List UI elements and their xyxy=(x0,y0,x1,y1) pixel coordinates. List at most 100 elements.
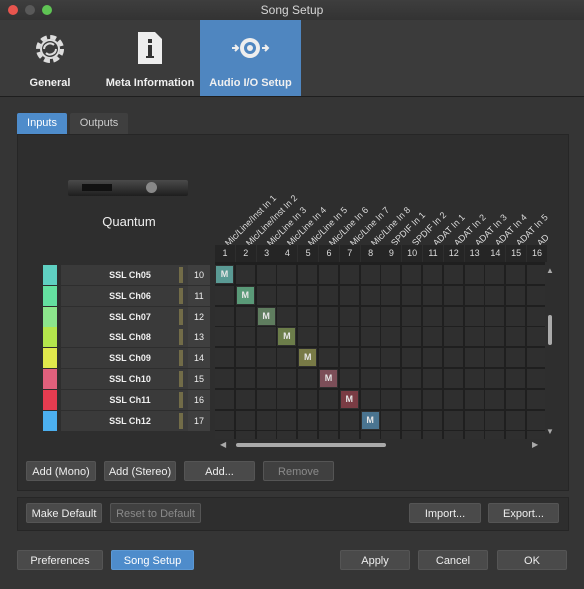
matrix-cell[interactable] xyxy=(381,265,401,284)
matrix-cell[interactable] xyxy=(256,285,276,305)
matrix-cell[interactable] xyxy=(277,285,297,305)
tab-inputs[interactable]: Inputs xyxy=(17,113,67,134)
matrix-cell[interactable] xyxy=(527,327,545,347)
matrix-cell[interactable] xyxy=(464,348,484,368)
matrix-cell[interactable] xyxy=(339,369,359,388)
cancel-button[interactable]: Cancel xyxy=(418,550,488,570)
matrix-cell[interactable] xyxy=(360,389,380,409)
matrix-cell[interactable] xyxy=(339,410,359,430)
matrix-cell[interactable] xyxy=(506,410,526,430)
apply-button[interactable]: Apply xyxy=(340,550,410,570)
add-mono-button[interactable]: Add (Mono) xyxy=(26,461,96,481)
matrix-cell[interactable] xyxy=(215,306,234,326)
matrix-cell[interactable] xyxy=(277,369,297,388)
matrix-cell[interactable] xyxy=(298,285,318,305)
matrix-cell[interactable] xyxy=(215,389,234,409)
matrix-cell[interactable] xyxy=(527,431,545,439)
matrix-cell[interactable] xyxy=(277,306,297,326)
matrix-cell[interactable] xyxy=(339,265,359,284)
matrix-cell[interactable] xyxy=(464,306,484,326)
matrix-cell[interactable] xyxy=(339,306,359,326)
matrix-connection[interactable]: M xyxy=(299,349,317,367)
matrix-cell[interactable] xyxy=(506,265,526,284)
matrix-cell[interactable] xyxy=(381,348,401,368)
matrix-cell[interactable] xyxy=(339,327,359,347)
matrix-cell[interactable] xyxy=(339,348,359,368)
matrix-cell[interactable] xyxy=(298,327,318,347)
matrix-cell[interactable] xyxy=(506,306,526,326)
matrix-cell[interactable] xyxy=(215,285,234,305)
matrix-cell[interactable] xyxy=(215,431,234,439)
matrix-cell[interactable] xyxy=(277,410,297,430)
matrix-cell[interactable] xyxy=(527,369,545,388)
matrix-cell[interactable] xyxy=(256,265,276,284)
matrix-cell[interactable] xyxy=(423,306,442,326)
horizontal-scrollbar[interactable] xyxy=(236,443,386,447)
matrix-cell[interactable] xyxy=(381,410,401,430)
matrix-cell[interactable] xyxy=(485,306,505,326)
toolbar-general[interactable]: General xyxy=(0,20,100,96)
matrix-cell[interactable] xyxy=(381,389,401,409)
matrix-cell[interactable] xyxy=(381,285,401,305)
matrix-cell[interactable] xyxy=(298,369,318,388)
channel-color-swatch[interactable] xyxy=(43,348,57,369)
matrix-cell[interactable] xyxy=(485,431,505,439)
matrix-cell[interactable] xyxy=(506,327,526,347)
matrix-cell[interactable] xyxy=(527,348,545,368)
matrix-cell[interactable] xyxy=(298,389,318,409)
matrix-cell[interactable] xyxy=(506,285,526,305)
matrix-cell[interactable] xyxy=(319,285,338,305)
matrix-cell[interactable] xyxy=(215,410,234,430)
matrix-cell[interactable] xyxy=(423,348,442,368)
matrix-cell[interactable] xyxy=(485,410,505,430)
matrix-cell[interactable] xyxy=(215,369,234,388)
matrix-cell[interactable] xyxy=(423,265,442,284)
preferences-button[interactable]: Preferences xyxy=(17,550,103,570)
matrix-cell[interactable] xyxy=(423,410,442,430)
matrix-cell[interactable] xyxy=(381,327,401,347)
matrix-connection[interactable]: M xyxy=(361,411,379,429)
reset-to-default-button[interactable]: Reset to Default xyxy=(110,503,201,523)
matrix-connection[interactable]: M xyxy=(320,370,337,387)
import-button[interactable]: Import... xyxy=(409,503,481,523)
matrix-cell[interactable] xyxy=(527,389,545,409)
matrix-cell[interactable] xyxy=(506,369,526,388)
matrix-cell[interactable] xyxy=(402,410,422,430)
matrix-cell[interactable] xyxy=(339,431,359,439)
toolbar-meta-information[interactable]: Meta Information xyxy=(100,20,200,96)
ok-button[interactable]: OK xyxy=(497,550,567,570)
export-button[interactable]: Export... xyxy=(488,503,559,523)
matrix-cell[interactable] xyxy=(256,410,276,430)
matrix-cell[interactable] xyxy=(402,431,422,439)
matrix-connection[interactable]: M xyxy=(236,286,254,304)
scroll-down-icon[interactable]: ▼ xyxy=(546,427,554,436)
matrix-cell[interactable] xyxy=(319,327,338,347)
remove-button[interactable]: Remove xyxy=(263,461,334,481)
channel-color-swatch[interactable] xyxy=(43,306,57,327)
matrix-cell[interactable] xyxy=(527,285,545,305)
scroll-up-icon[interactable]: ▲ xyxy=(546,266,554,275)
matrix-cell[interactable] xyxy=(319,265,338,284)
matrix-cell[interactable] xyxy=(277,348,297,368)
matrix-cell[interactable] xyxy=(277,389,297,409)
channel-color-swatch[interactable] xyxy=(43,410,57,431)
matrix-cell[interactable] xyxy=(443,265,463,284)
matrix-cell[interactable] xyxy=(235,389,255,409)
matrix-cell[interactable] xyxy=(360,285,380,305)
scroll-right-icon[interactable]: ▶ xyxy=(532,440,538,449)
matrix-cell[interactable] xyxy=(464,265,484,284)
matrix-cell[interactable] xyxy=(464,369,484,388)
matrix-cell[interactable] xyxy=(235,327,255,347)
matrix-cell[interactable] xyxy=(298,410,318,430)
matrix-cell[interactable] xyxy=(423,285,442,305)
matrix-cell[interactable] xyxy=(402,306,422,326)
matrix-cell[interactable] xyxy=(443,285,463,305)
matrix-cell[interactable] xyxy=(256,389,276,409)
matrix-cell[interactable] xyxy=(402,327,422,347)
matrix-cell[interactable] xyxy=(256,369,276,388)
add-button[interactable]: Add... xyxy=(184,461,255,481)
matrix-cell[interactable] xyxy=(527,306,545,326)
matrix-cell[interactable] xyxy=(464,389,484,409)
matrix-cell[interactable] xyxy=(360,306,380,326)
matrix-cell[interactable] xyxy=(381,369,401,388)
